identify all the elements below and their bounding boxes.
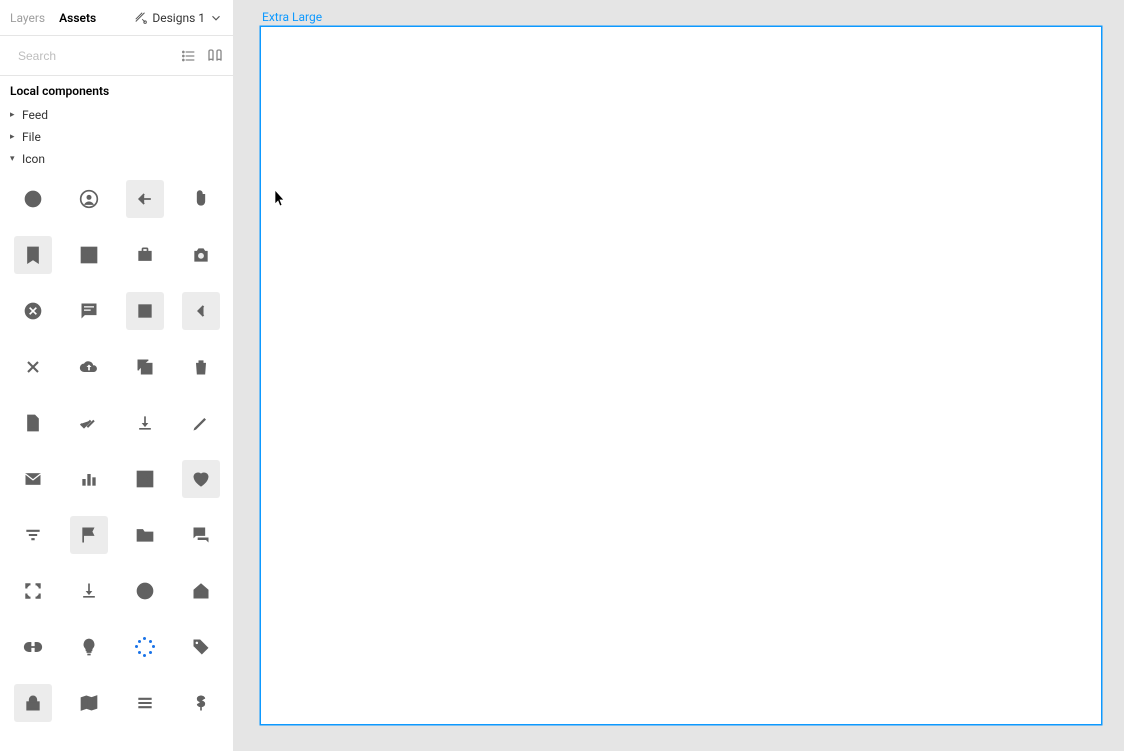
exit-to-app-icon[interactable]	[126, 460, 164, 498]
search-row	[0, 36, 233, 76]
edit-icon[interactable]	[182, 404, 220, 442]
canvas[interactable]: Extra Large	[234, 0, 1124, 751]
done-all-icon[interactable]	[70, 404, 108, 442]
assets-scroll[interactable]: Local components ▸Feed ▸File ▾Icon	[0, 76, 233, 751]
tab-layers[interactable]: Layers	[10, 11, 45, 25]
chevron-down-icon	[209, 11, 223, 25]
lock-icon[interactable]	[14, 684, 52, 722]
section-local-components: Local components	[0, 76, 233, 104]
help-icon[interactable]	[126, 572, 164, 610]
tree-item-icon[interactable]: ▾Icon	[6, 148, 227, 170]
delete-icon[interactable]	[182, 348, 220, 386]
tree-item-label: Feed	[22, 108, 48, 122]
fullscreen-icon[interactable]	[14, 572, 52, 610]
designs-settings-icon	[134, 11, 148, 25]
component-tree: ▸Feed ▸File ▾Icon	[0, 104, 233, 170]
list-view-icon[interactable]	[181, 48, 197, 64]
camera-icon[interactable]	[182, 236, 220, 274]
frame-label[interactable]: Extra Large	[262, 10, 322, 24]
forum-icon[interactable]	[182, 516, 220, 554]
close-icon[interactable]	[14, 348, 52, 386]
cursor-pointer-icon	[274, 189, 286, 207]
cloud-upload-icon[interactable]	[70, 348, 108, 386]
tree-item-label: Icon	[22, 152, 45, 166]
frame-extra-large[interactable]	[261, 27, 1101, 724]
icon-asset-grid	[0, 170, 233, 742]
chat-icon[interactable]	[70, 292, 108, 330]
chevron-left-icon[interactable]	[182, 292, 220, 330]
get-app-icon[interactable]	[70, 572, 108, 610]
checkbox-outline-icon[interactable]	[126, 292, 164, 330]
panel-tabs: Layers Assets Designs 1	[0, 0, 233, 36]
menu-icon[interactable]	[126, 684, 164, 722]
map-icon[interactable]	[70, 684, 108, 722]
folder-icon[interactable]	[126, 516, 164, 554]
copy-icon[interactable]	[126, 348, 164, 386]
home-icon[interactable]	[182, 572, 220, 610]
briefcase-icon[interactable]	[126, 236, 164, 274]
link-icon[interactable]	[14, 628, 52, 666]
loading-icon[interactable]	[126, 628, 164, 666]
tree-item-feed[interactable]: ▸Feed	[6, 104, 227, 126]
download-icon[interactable]	[126, 404, 164, 442]
filter-list-icon[interactable]	[14, 516, 52, 554]
lightbulb-icon[interactable]	[70, 628, 108, 666]
bookmark-icon[interactable]	[14, 236, 52, 274]
account-circle-icon[interactable]	[70, 180, 108, 218]
email-icon[interactable]	[14, 460, 52, 498]
flag-icon[interactable]	[70, 516, 108, 554]
tree-item-label: File	[22, 130, 41, 144]
page-selector-label: Designs 1	[152, 11, 205, 25]
arrow-back-icon[interactable]	[126, 180, 164, 218]
tag-icon[interactable]	[182, 628, 220, 666]
tab-assets[interactable]: Assets	[59, 11, 96, 25]
bar-chart-icon[interactable]	[70, 460, 108, 498]
clock-icon[interactable]	[14, 180, 52, 218]
grid-view-icon[interactable]	[70, 236, 108, 274]
dollar-icon[interactable]	[182, 684, 220, 722]
left-panel: Layers Assets Designs 1 Local components…	[0, 0, 234, 751]
favorite-icon[interactable]	[182, 460, 220, 498]
description-icon[interactable]	[14, 404, 52, 442]
tree-item-file[interactable]: ▸File	[6, 126, 227, 148]
library-icon[interactable]	[207, 48, 223, 64]
search-input[interactable]	[18, 49, 173, 63]
attachment-icon[interactable]	[182, 180, 220, 218]
cancel-icon[interactable]	[14, 292, 52, 330]
page-selector[interactable]: Designs 1	[134, 11, 223, 25]
